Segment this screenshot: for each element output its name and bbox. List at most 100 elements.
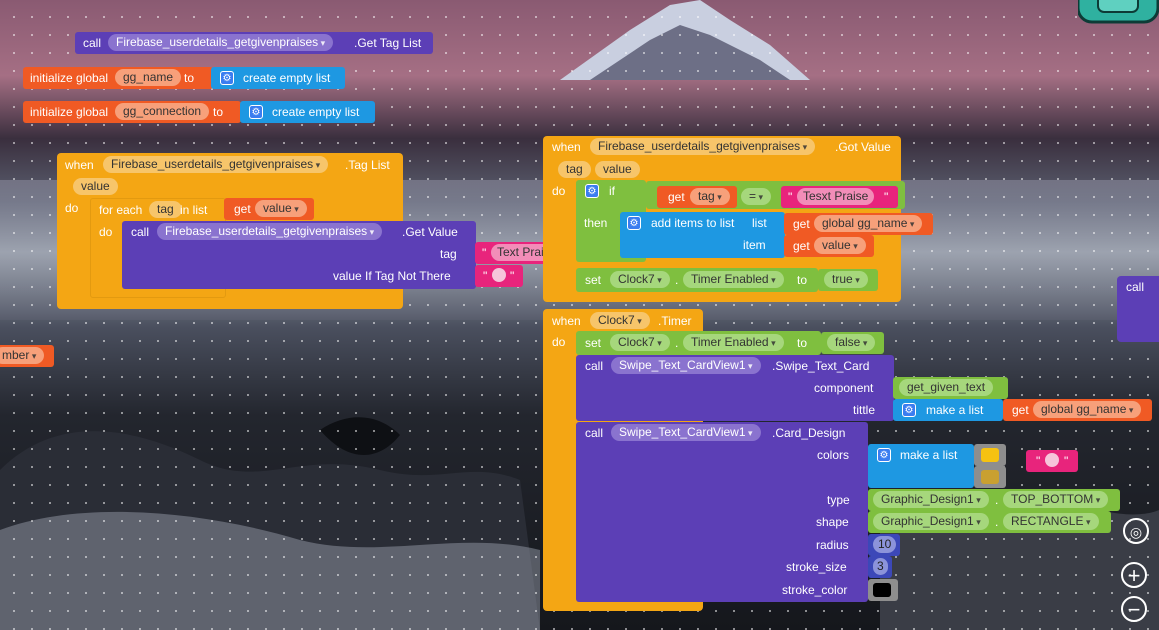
get-var-dropdown[interactable]: global gg_name: [1033, 401, 1142, 418]
partial-dropdown[interactable]: mber: [0, 347, 45, 364]
set-clock-timer-enabled-block[interactable]: set Clock7 . Timer Enabled to: [576, 331, 821, 355]
boolean-dropdown[interactable]: false: [827, 334, 876, 351]
gear-icon[interactable]: ⚙: [249, 105, 263, 119]
gear-icon[interactable]: ⚙: [877, 448, 891, 462]
component-dropdown[interactable]: Graphic_Design1: [873, 491, 989, 508]
call-get-tag-list-block[interactable]: call Firebase_userdetails_getgivenpraise…: [75, 32, 433, 54]
color-swatch-black[interactable]: [873, 583, 891, 597]
color-gold-block[interactable]: [974, 466, 1006, 488]
call-card-design-block[interactable]: call Swipe_Text_CardView1 .Card_Design c…: [576, 422, 868, 602]
event-param-value[interactable]: value: [595, 161, 640, 178]
when-keyword: when: [552, 314, 581, 328]
get-tag-block[interactable]: get tag: [657, 186, 737, 208]
empty-string-block[interactable]: " ": [1026, 450, 1078, 472]
get-label: get: [668, 190, 685, 204]
number-field[interactable]: 10: [873, 536, 897, 553]
create-empty-list-label: create empty list: [272, 105, 360, 119]
stroke-color-block[interactable]: [868, 579, 898, 601]
gear-icon[interactable]: ⚙: [220, 71, 234, 85]
component-dropdown[interactable]: Firebase_userdetails_getgivenpraises: [108, 34, 334, 51]
boolean-dropdown[interactable]: true: [824, 271, 868, 288]
component-dropdown[interactable]: Firebase_userdetails_getgivenpraises: [590, 138, 816, 155]
value-if-label: value If Tag Not There: [333, 269, 451, 283]
event-param-value[interactable]: value: [73, 178, 118, 195]
colors-make-a-list-block[interactable]: ⚙ make a list: [868, 444, 974, 488]
type-label: type: [827, 493, 850, 507]
gear-icon[interactable]: ⚙: [585, 184, 599, 198]
create-empty-list-block[interactable]: ⚙ create empty list: [240, 101, 375, 123]
zoom-out-icon[interactable]: −: [1121, 596, 1147, 622]
gear-icon[interactable]: ⚙: [627, 216, 641, 230]
color-swatch-yellow[interactable]: [981, 448, 999, 462]
component-dropdown[interactable]: Clock7: [590, 312, 650, 329]
event-name: .Got Value: [835, 140, 891, 154]
get-given-text-block[interactable]: get_given_text: [893, 377, 1008, 399]
do-label: do: [99, 225, 113, 239]
type-option-dropdown[interactable]: TOP_BOTTOM: [1003, 491, 1109, 508]
text-field[interactable]: [1045, 453, 1059, 467]
get-var-dropdown[interactable]: value: [814, 237, 866, 254]
backpack-icon[interactable]: [1078, 0, 1159, 26]
component-dropdown[interactable]: Graphic_Design1: [873, 513, 989, 530]
item-var-field[interactable]: tag: [149, 201, 182, 218]
item-label: item: [743, 238, 766, 252]
component-dropdown[interactable]: Clock7: [610, 334, 670, 351]
make-a-list-block[interactable]: ⚙ make a list: [893, 399, 1003, 421]
locate-icon[interactable]: ◎: [1123, 518, 1149, 544]
add-items-label: add items to list: [651, 216, 735, 230]
variable-name-field[interactable]: gg_connection: [115, 103, 210, 120]
true-boolean-block[interactable]: true: [818, 269, 878, 291]
make-a-list-label: make a list: [926, 403, 984, 417]
empty-string-block[interactable]: " ": [475, 265, 523, 287]
component-dropdown[interactable]: Firebase_userdetails_getgivenpraises: [157, 223, 383, 240]
get-global-gg-name-block[interactable]: get global gg_name: [784, 213, 933, 235]
get-global-gg-name-block[interactable]: get global gg_name: [1003, 399, 1152, 421]
method-name: .Get Value: [402, 225, 458, 239]
call-get-value-block[interactable]: call Firebase_userdetails_getgivenpraise…: [122, 221, 476, 289]
component-dropdown[interactable]: Swipe_Text_CardView1: [611, 424, 761, 441]
radius-number-block[interactable]: 10: [868, 534, 900, 556]
text-field[interactable]: [492, 268, 506, 282]
set-clock-timer-enabled-block[interactable]: set Clock7 . Timer Enabled to: [576, 268, 818, 292]
call-swipe-text-card-block[interactable]: call Swipe_Text_CardView1 .Swipe_Text_Ca…: [576, 355, 894, 421]
shape-label: shape: [816, 515, 849, 529]
radius-label: radius: [816, 538, 849, 552]
text-field[interactable]: Tesxt Praise: [797, 188, 875, 205]
color-swatch-gold[interactable]: [981, 470, 999, 484]
component-dropdown[interactable]: Clock7: [610, 271, 670, 288]
property-dropdown[interactable]: Timer Enabled: [683, 271, 784, 288]
method-name: .Swipe_Text_Card: [772, 359, 870, 373]
number-field[interactable]: 3: [873, 558, 888, 575]
compare-string-block[interactable]: " Tesxt Praise ": [781, 186, 898, 208]
equals-operator-dropdown[interactable]: =: [741, 188, 772, 205]
gear-icon[interactable]: ⚙: [902, 403, 916, 417]
type-value-block[interactable]: Graphic_Design1 . TOP_BOTTOM: [868, 489, 1120, 511]
partial-call-block[interactable]: call: [1117, 276, 1159, 342]
init-global-gg-name-block[interactable]: initialize global gg_name to: [23, 67, 213, 89]
get-label: get: [1012, 403, 1029, 417]
shape-option-dropdown[interactable]: RECTANGLE: [1003, 513, 1099, 530]
add-items-to-list-block[interactable]: ⚙ add items to list list item: [620, 212, 785, 258]
init-global-gg-connection-block[interactable]: initialize global gg_connection to: [23, 101, 241, 123]
property-dropdown[interactable]: Timer Enabled: [683, 334, 784, 351]
get-label: get: [793, 217, 810, 231]
partial-number-block[interactable]: mber: [0, 345, 54, 367]
then-label: then: [584, 216, 608, 230]
get-value-block[interactable]: get value: [224, 198, 314, 220]
color-yellow-block[interactable]: [974, 444, 1006, 466]
variable-name-field[interactable]: gg_name: [115, 69, 182, 86]
event-param-tag[interactable]: tag: [558, 161, 591, 178]
zoom-in-icon[interactable]: +: [1121, 562, 1147, 588]
create-empty-list-block[interactable]: ⚙ create empty list: [211, 67, 345, 89]
shape-value-block[interactable]: Graphic_Design1 . RECTANGLE: [868, 511, 1111, 533]
stroke-size-number-block[interactable]: 3: [868, 556, 892, 578]
get-var-dropdown[interactable]: tag: [690, 188, 730, 205]
component-block-field[interactable]: get_given_text: [899, 379, 994, 396]
get-var-dropdown[interactable]: value: [255, 200, 307, 217]
get-var-dropdown[interactable]: global gg_name: [814, 215, 923, 232]
component-dropdown[interactable]: Swipe_Text_CardView1: [611, 357, 761, 374]
component-dropdown[interactable]: Firebase_userdetails_getgivenpraises: [103, 156, 329, 173]
to-label: to: [184, 71, 195, 85]
false-boolean-block[interactable]: false: [821, 332, 884, 354]
get-value-block[interactable]: get value: [784, 235, 874, 257]
